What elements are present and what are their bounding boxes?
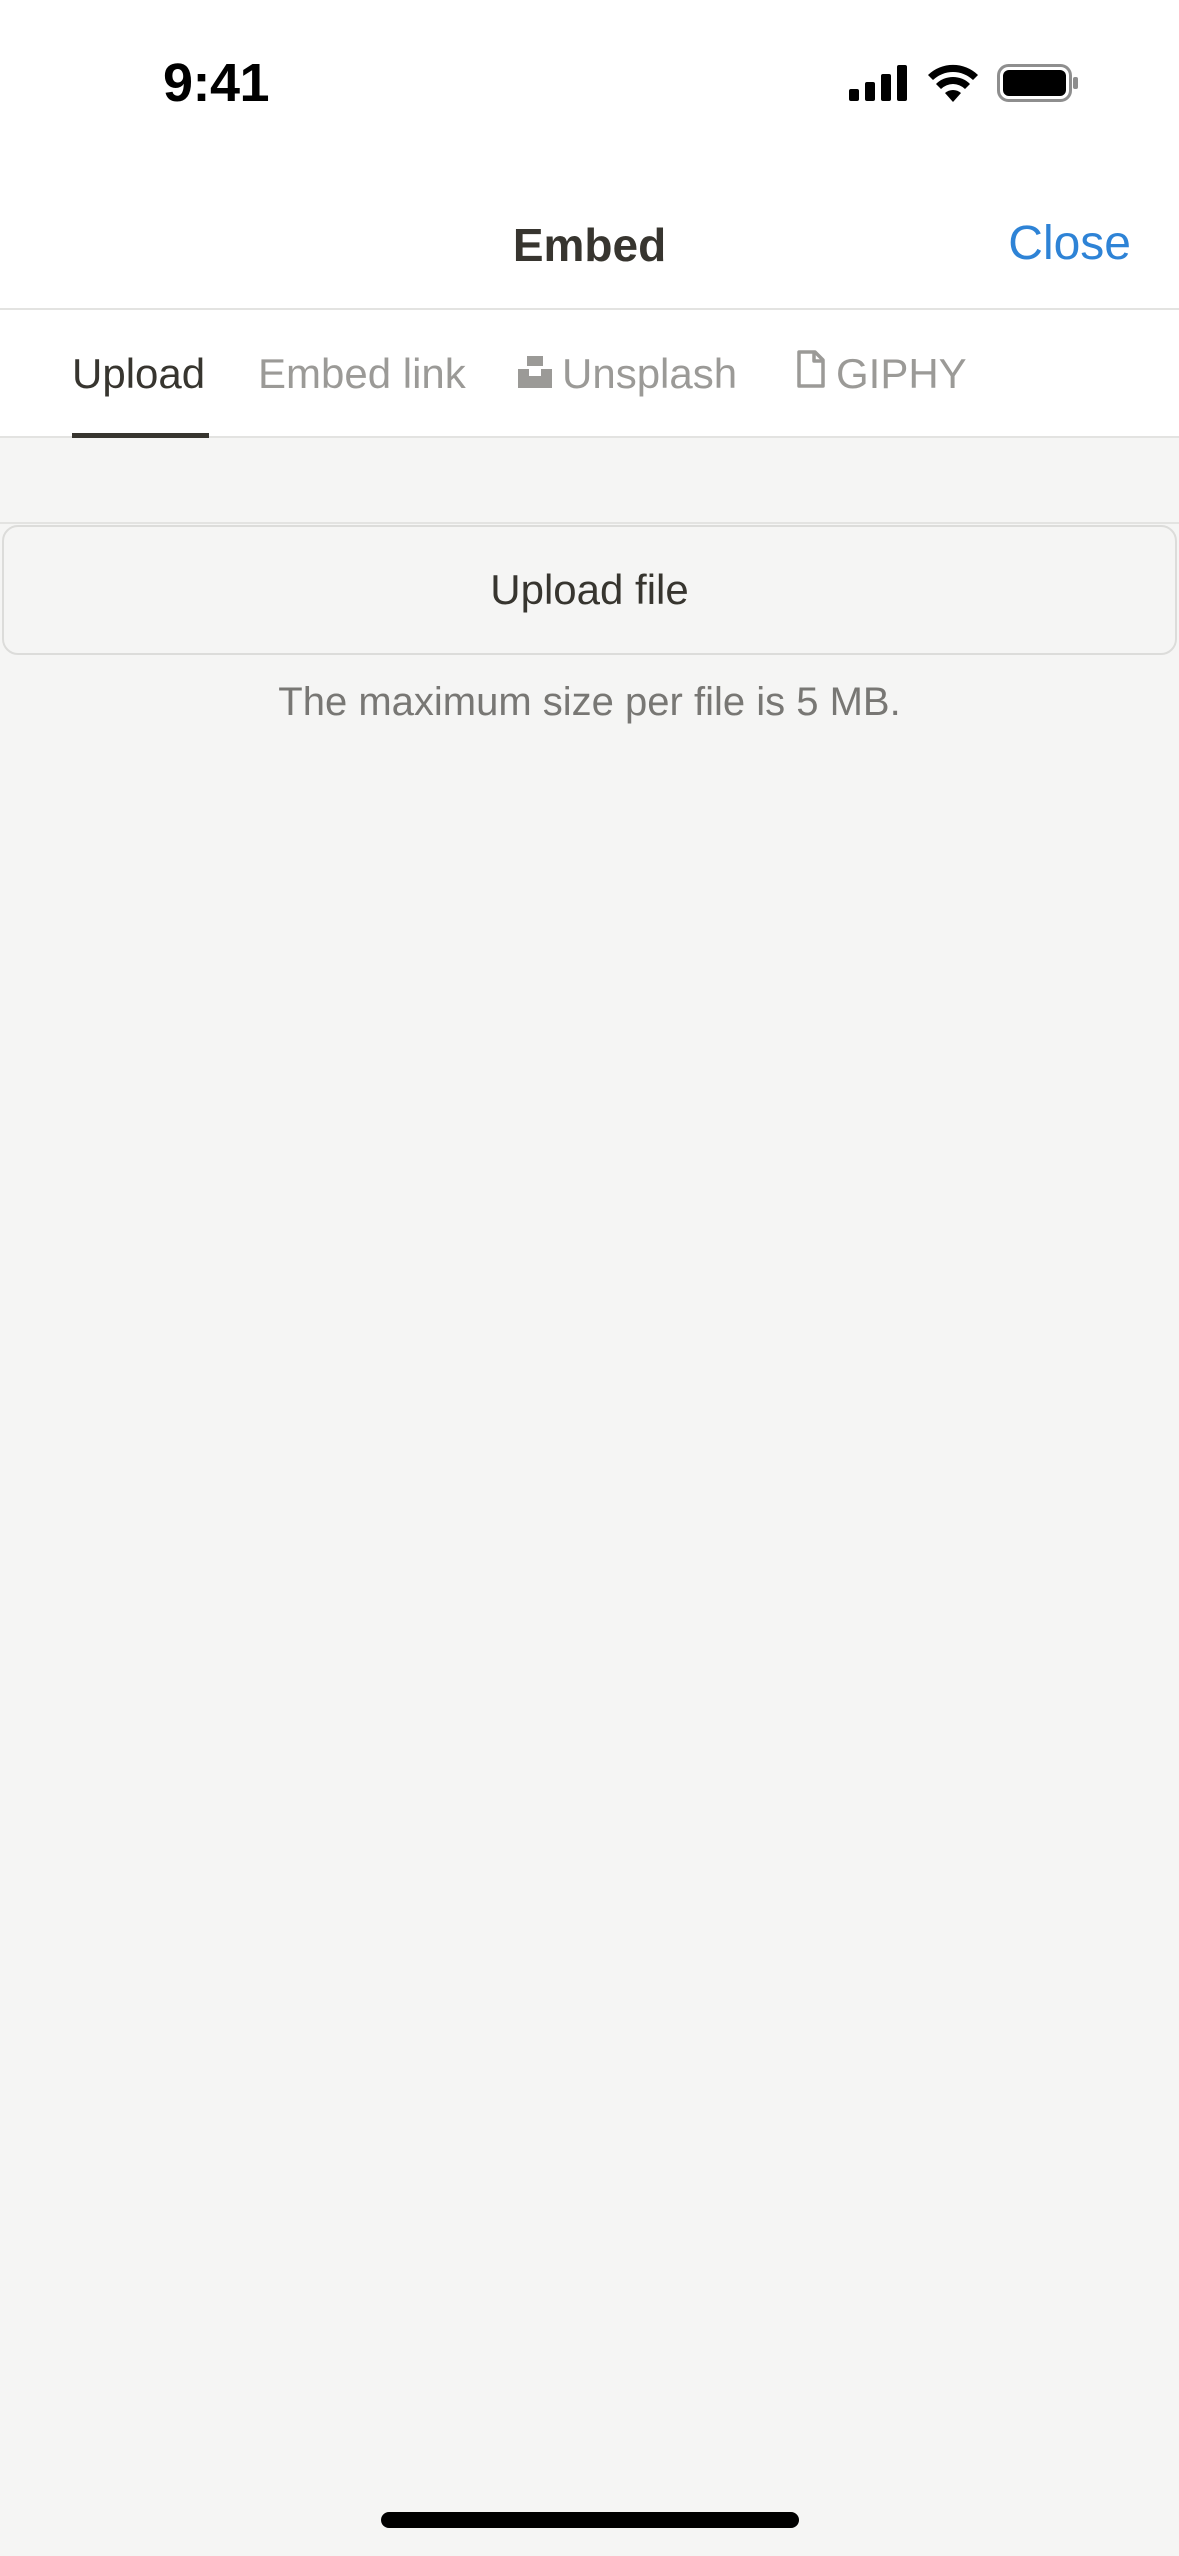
status-time: 9:41 [163,53,270,113]
tab-label: Unsplash [562,350,738,397]
tab-label: Embed link [258,350,466,397]
upload-file-button[interactable]: Upload file [2,525,1177,655]
status-bar: 9:41 [0,0,1179,170]
tab-bar: Upload Embed link Unsplash GIPHY [0,310,1179,438]
battery-icon [997,64,1079,107]
home-indicator[interactable] [381,2512,799,2528]
cellular-signal-icon [849,65,909,106]
wifi-icon [927,64,979,107]
tab-unsplash[interactable]: Unsplash [518,350,737,398]
tab-upload[interactable]: Upload [72,350,205,398]
tab-label: GIPHY [836,350,967,397]
tab-giphy[interactable]: GIPHY [796,350,967,398]
max-size-note: The maximum size per file is 5 MB. [278,680,901,724]
active-tab-indicator [72,433,209,438]
unsplash-icon [518,350,552,398]
divider [0,522,1179,524]
page-title: Embed [512,219,667,271]
tab-embed-link[interactable]: Embed link [258,350,466,398]
modal-header: Embed Close [0,170,1179,310]
tab-label: Upload [72,350,206,397]
document-icon [796,350,826,398]
close-button[interactable]: Close [1008,216,1131,271]
status-icons [849,64,1079,107]
